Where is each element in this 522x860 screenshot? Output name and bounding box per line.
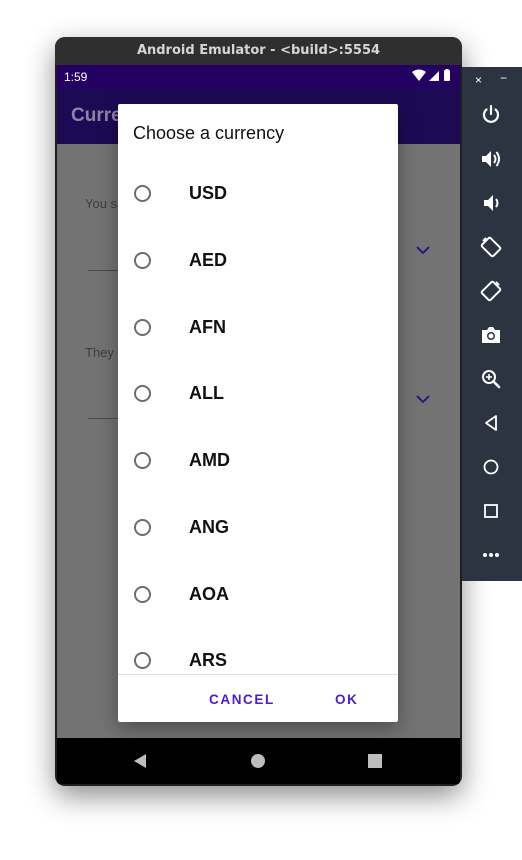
rotate-right-icon[interactable] [479,279,503,303]
currency-option[interactable]: AMD [118,428,398,495]
currency-dialog: Choose a currency USD AED AFN ALL AMD AN… [118,104,398,722]
currency-option[interactable]: ALL [118,361,398,428]
currency-option[interactable]: AED [118,228,398,295]
they-receive-label: They [85,345,114,360]
rotate-left-icon[interactable] [479,235,503,259]
radio-button[interactable] [134,452,151,469]
status-time: 1:59 [64,70,88,84]
status-bar: 1:59 [57,65,460,89]
currency-option[interactable]: ARS [118,628,398,674]
radio-button[interactable] [134,185,151,202]
overview-icon[interactable] [479,499,503,523]
dialog-title: Choose a currency [133,123,285,143]
cancel-button[interactable]: CANCEL [209,692,275,707]
radio-button[interactable] [134,318,151,336]
emulator-toolbar: × − [462,67,522,581]
currency-label: ALL [189,383,224,404]
close-icon[interactable]: × [475,73,482,87]
nav-recents-icon[interactable] [367,753,383,769]
currency-option[interactable]: AFN [118,295,398,362]
window-title-bar: Android Emulator - <build>:5554 [55,37,462,65]
ok-button[interactable]: OK [335,692,358,707]
nav-bar [57,738,460,784]
currency-label: ARS [189,650,228,671]
currency-label: AOA [189,583,229,604]
wifi-icon [412,69,426,81]
radio-button[interactable] [134,518,151,536]
app-title: Curre [71,105,122,126]
nav-home-icon[interactable] [250,753,266,769]
they-receive-field[interactable] [88,418,118,419]
minimize-icon[interactable]: − [500,71,507,85]
camera-icon[interactable] [479,323,503,347]
currency-label: ANG [189,516,229,537]
chevron-down-icon[interactable] [415,394,431,404]
currency-label: AMD [189,450,230,470]
currency-option[interactable]: USD [118,161,398,228]
you-send-field[interactable] [88,270,118,271]
status-icons [410,68,454,84]
currency-label: USD [189,183,228,203]
signal-icon [429,71,439,81]
radio-button[interactable] [134,385,151,403]
nav-back-icon[interactable] [132,753,148,769]
toolbar-window-controls: × − [462,71,522,89]
zoom-icon[interactable] [479,367,503,391]
back-icon[interactable] [479,411,503,435]
currency-option[interactable]: AOA [118,562,398,629]
volume-up-icon[interactable] [479,147,503,171]
home-icon[interactable] [479,455,503,479]
volume-down-icon[interactable] [479,191,503,215]
currency-option[interactable]: ANG [118,495,398,562]
radio-button[interactable] [134,652,151,670]
radio-button[interactable] [134,585,151,603]
you-send-label: You s [85,196,118,211]
currency-list[interactable]: USD AED AFN ALL AMD ANG AOA ARS [118,161,398,674]
battery-icon [444,69,450,81]
chevron-down-icon[interactable] [415,245,431,255]
more-icon[interactable] [479,543,503,567]
currency-label: AED [189,249,228,270]
radio-button[interactable] [134,251,151,269]
power-icon[interactable] [479,103,503,127]
dialog-divider [118,674,398,675]
currency-label: AFN [189,316,226,337]
